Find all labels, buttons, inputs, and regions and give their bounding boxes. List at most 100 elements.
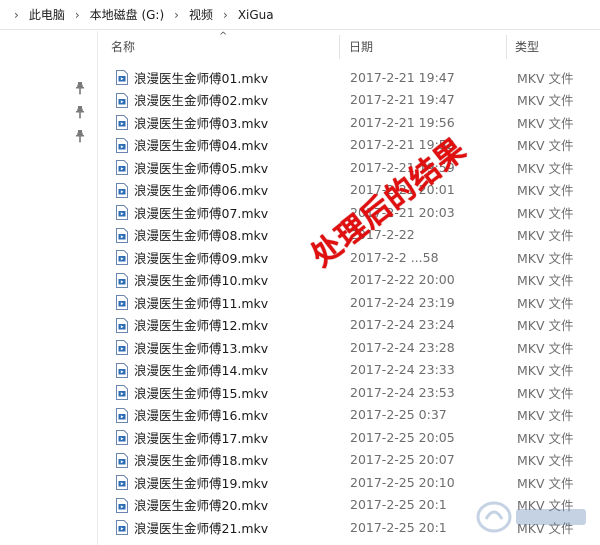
chevron-right-icon[interactable]: › [168,8,185,22]
file-name[interactable]: 浪漫医生金师傅21.mkv [134,518,268,537]
file-name[interactable]: 浪漫医生金师傅06.mkv [134,180,268,199]
file-date: 2017-2-25 20:1 [350,497,447,513]
file-date: 2017-2-24 23:19 [350,294,455,310]
file-type: MKV 文件 [517,363,574,379]
column-type-header[interactable]: 类型 [515,31,539,61]
column-date-header[interactable]: 日期 [349,31,373,61]
file-row[interactable]: 浪漫医生金师傅12.mkv 2017-2-24 23:24 MKV 文件 [99,314,600,337]
file-name[interactable]: 浪漫医生金师傅11.mkv [134,293,268,312]
file-name[interactable]: 浪漫医生金师傅14.mkv [134,360,268,379]
file-type: MKV 文件 [517,318,574,334]
file-row[interactable]: 浪漫医生金师傅06.mkv 2017-2-21 20:01 MKV 文件 [99,179,600,202]
file-date: 2017-2-21 19:47 [350,92,455,108]
video-file-icon [116,340,128,355]
file-type: MKV 文件 [517,408,574,424]
file-row[interactable]: 浪漫医生金师傅18.mkv 2017-2-25 20:07 MKV 文件 [99,449,600,472]
file-row[interactable]: 浪漫医生金师傅11.mkv 2017-2-24 23:19 MKV 文件 [99,291,600,314]
file-date: 2017-2-2 ...58 [350,249,439,265]
file-row[interactable]: 浪漫医生金师傅14.mkv 2017-2-24 23:33 MKV 文件 [99,359,600,382]
file-name[interactable]: 浪漫医生金师傅13.mkv [134,338,268,357]
column-header: ^ 名称 日期 类型 [99,31,600,61]
file-date: 2017-2-24 23:24 [350,317,455,333]
video-file-icon [116,205,128,220]
file-row[interactable]: 浪漫医生金师傅19.mkv 2017-2-25 20:10 MKV 文件 [99,471,600,494]
file-date: 2017-2-24 23:33 [350,362,455,378]
file-row[interactable]: 浪漫医生金师傅17.mkv 2017-2-25 20:05 MKV 文件 [99,426,600,449]
file-type: MKV 文件 [517,70,574,86]
file-type: MKV 文件 [517,273,574,289]
file-type: MKV 文件 [517,138,574,154]
video-file-icon [116,137,128,153]
file-type: MKV 文件 [517,250,574,266]
file-date: 2017-2-25 20:1 [350,519,447,535]
file-date: 2017-2-24 23:28 [350,339,455,355]
file-date: 2017-2-21 19:56 [350,114,455,130]
file-name[interactable]: 浪漫医生金师傅10.mkv [134,270,268,289]
chevron-right-icon: › [14,7,19,22]
file-row[interactable]: 浪漫医生金师傅13.mkv 2017-2-24 23:28 MKV 文件 [99,336,600,359]
breadcrumb-item-drive-g[interactable]: 本地磁盘 (G:) [86,6,169,23]
video-file-icon [116,520,128,535]
chevron-right-icon[interactable]: › [69,8,86,22]
breadcrumb-item-xigua[interactable]: XiGua [234,8,278,22]
breadcrumb-item-this-pc[interactable]: 此电脑 [25,6,69,23]
pin-icon[interactable] [74,129,86,143]
file-name[interactable]: 浪漫医生金师傅17.mkv [134,428,268,447]
video-file-icon [116,475,128,490]
file-name[interactable]: 浪漫医生金师傅15.mkv [134,383,268,402]
video-file-icon [116,115,128,130]
pin-icon[interactable] [74,81,86,95]
file-type: MKV 文件 [517,340,574,356]
file-row[interactable]: 浪漫医生金师傅03.mkv 2017-2-21 19:56 MKV 文件 [99,111,600,134]
file-name[interactable]: 浪漫医生金师傅03.mkv [134,113,268,132]
file-name[interactable]: 浪漫医生金师傅20.mkv [134,495,268,514]
file-type: MKV 文件 [517,430,574,446]
sort-up-arrow-icon: ^ [219,31,228,42]
file-name[interactable]: 浪漫医生金师傅09.mkv [134,248,268,267]
file-date: 2017-2-24 23:53 [350,384,455,400]
file-name[interactable]: 浪漫医生金师傅18.mkv [134,450,268,469]
file-type: MKV 文件 [517,453,574,469]
video-file-icon [116,160,128,175]
file-row[interactable]: 浪漫医生金师傅02.mkv 2017-2-21 19:47 MKV 文件 [99,89,600,112]
pin-icon[interactable] [74,105,86,119]
file-row[interactable]: 浪漫医生金师傅15.mkv 2017-2-24 23:53 MKV 文件 [99,381,600,404]
video-file-icon [116,272,128,288]
column-divider[interactable] [506,35,507,59]
video-file-icon [116,430,128,445]
file-row[interactable]: 浪漫医生金师傅04.mkv 2017-2-21 19:52 MKV 文件 [99,134,600,157]
file-date: 2017-2-21 19:47 [350,69,455,85]
file-date: 2017-2-25 20:07 [350,452,455,468]
column-divider[interactable] [339,35,340,59]
file-type: MKV 文件 [517,183,574,199]
breadcrumb-item-videos[interactable]: 视频 [185,6,217,23]
file-type: MKV 文件 [517,205,574,221]
file-row[interactable]: 浪漫医生金师傅10.mkv 2017-2-22 20:00 MKV 文件 [99,269,600,292]
navigation-pane[interactable] [0,31,98,545]
file-date: 2017-2-25 20:10 [350,474,455,490]
file-type: MKV 文件 [517,475,574,491]
file-row[interactable]: 浪漫医生金师傅01.mkv 2017-2-21 19:47 MKV 文件 [99,66,600,89]
video-file-icon [116,497,128,513]
file-name[interactable]: 浪漫医生金师傅19.mkv [134,473,268,492]
file-name[interactable]: 浪漫医生金师傅16.mkv [134,405,268,424]
file-name[interactable]: 浪漫医生金师傅07.mkv [134,203,268,222]
watermark-logo [474,497,594,537]
file-name[interactable]: 浪漫医生金师傅08.mkv [134,225,268,244]
chevron-right-icon[interactable]: › [217,8,234,22]
file-name[interactable]: 浪漫医生金师傅02.mkv [134,90,268,109]
video-file-icon [116,295,128,310]
video-file-icon [116,362,128,378]
video-file-icon [116,385,128,400]
file-row[interactable]: 浪漫医生金师傅05.mkv 2017-2-21 19:59 MKV 文件 [99,156,600,179]
video-file-icon [116,452,128,468]
file-name[interactable]: 浪漫医生金师傅05.mkv [134,158,268,177]
file-row[interactable]: 浪漫医生金师傅16.mkv 2017-2-25 0:37 MKV 文件 [99,404,600,427]
column-name-header[interactable]: 名称 [111,31,135,61]
file-name[interactable]: 浪漫医生金师傅01.mkv [134,68,268,87]
file-name[interactable]: 浪漫医生金师傅04.mkv [134,135,268,154]
file-list: 浪漫医生金师傅01.mkv 2017-2-21 19:47 MKV 文件 浪漫医生金师… [99,66,600,539]
video-file-icon [116,70,128,85]
file-name[interactable]: 浪漫医生金师傅12.mkv [134,315,268,334]
file-type: MKV 文件 [517,93,574,109]
